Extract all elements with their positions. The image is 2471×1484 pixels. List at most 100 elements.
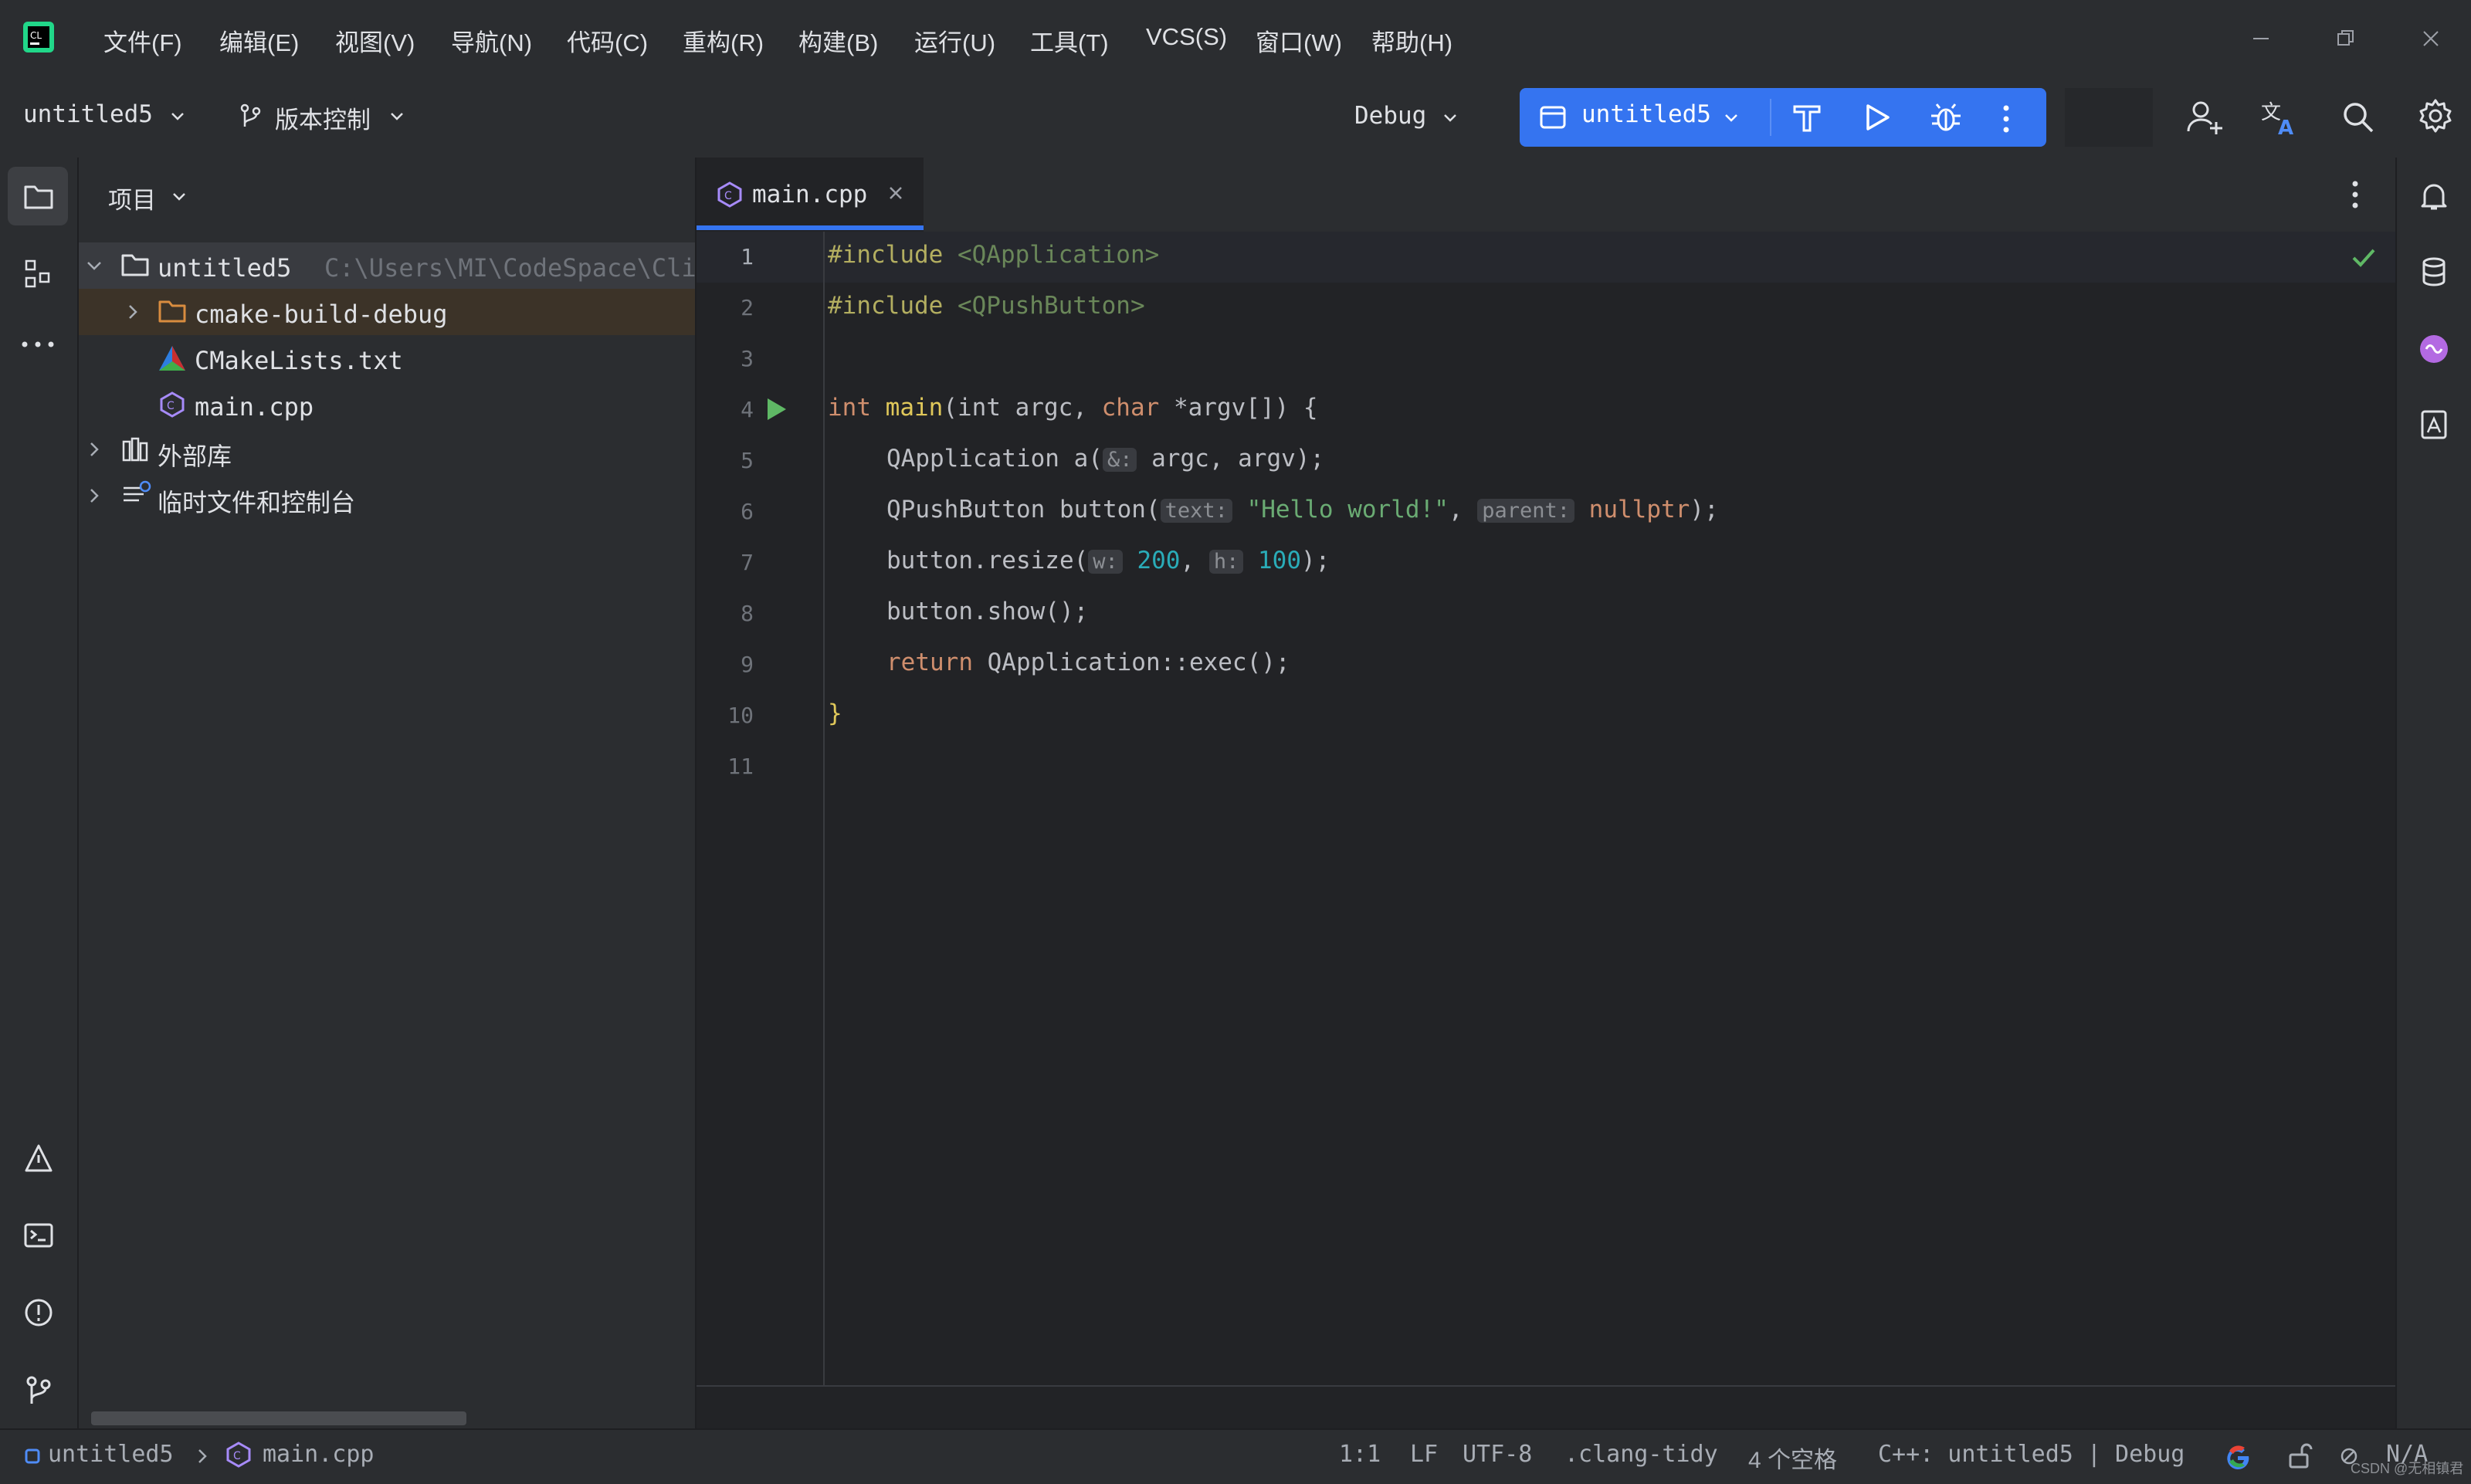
search-icon[interactable]	[2340, 99, 2377, 136]
settings-gear-icon[interactable]	[2417, 97, 2454, 134]
status-indent[interactable]: 4 个空格	[1748, 1441, 1837, 1475]
code-line-1[interactable]: #include <QApplication>	[828, 241, 1159, 269]
terminal-icon[interactable]	[23, 1220, 54, 1251]
inlay-hint: parent:	[1477, 499, 1574, 523]
menu-edit[interactable]: 编辑(E)	[219, 23, 299, 58]
inlay-hint: text:	[1160, 499, 1232, 523]
inspection-ok-icon	[2351, 244, 2377, 270]
tree-item-label[interactable]: 外部库	[158, 437, 232, 473]
status-context[interactable]: C++: untitled5 | Debug	[1878, 1441, 2185, 1468]
database-icon[interactable]	[2418, 256, 2449, 287]
translation-panel-icon[interactable]	[2418, 409, 2449, 440]
menu-run[interactable]: 运行(U)	[914, 23, 995, 58]
more-vertical-icon[interactable]	[2351, 179, 2360, 210]
code-token: QApplication::exec();	[972, 649, 1290, 676]
structure-icon[interactable]	[23, 258, 54, 289]
menu-build[interactable]: 构建(B)	[798, 23, 878, 58]
menu-vcs[interactable]: VCS(S)	[1146, 23, 1227, 51]
chevron-down-icon[interactable]	[1722, 108, 1741, 127]
menu-tools[interactable]: 工具(T)	[1030, 23, 1109, 58]
code-token: argc, argv);	[1137, 445, 1325, 473]
project-panel-title[interactable]: 项目	[108, 181, 156, 215]
close-tab-icon[interactable]	[886, 184, 905, 202]
add-user-icon[interactable]	[2185, 99, 2224, 136]
git-branch-icon[interactable]	[23, 1374, 54, 1405]
svg-text:C: C	[233, 1450, 241, 1462]
close-window-icon[interactable]	[2420, 28, 2442, 49]
run-gutter-icon[interactable]	[764, 397, 788, 422]
scratches-icon	[120, 480, 151, 508]
status-breadcrumb-project[interactable]: untitled5	[48, 1441, 174, 1468]
menu-help[interactable]: 帮助(H)	[1371, 23, 1452, 58]
tree-item-label[interactable]: main.cpp	[195, 392, 314, 422]
tree-item-label[interactable]: 临时文件和控制台	[158, 483, 355, 519]
run-configuration-widget[interactable]: untitled5	[1520, 88, 2046, 147]
code-line-7[interactable]: button.resize(w: 200, h: 100);	[886, 547, 1330, 574]
tab-main-cpp[interactable]: C main.cpp	[697, 158, 924, 232]
status-encoding[interactable]: UTF-8	[1463, 1441, 1532, 1468]
translate-icon[interactable]: 文A	[2259, 97, 2300, 137]
chevron-down-icon[interactable]	[388, 107, 406, 125]
tab-label[interactable]: main.cpp	[752, 181, 867, 208]
code-line-8[interactable]: button.show();	[886, 598, 1088, 625]
chevron-right-icon[interactable]	[83, 485, 105, 507]
editor-bottom-border	[697, 1385, 2395, 1387]
code-line-4[interactable]: int main(int argc, char *argv[]) {	[828, 394, 1318, 422]
menu-code[interactable]: 代码(C)	[567, 23, 648, 58]
build-config-select[interactable]: Debug	[1354, 102, 1426, 130]
line-number: 11	[727, 754, 754, 779]
tree-item-label[interactable]: CMakeLists.txt	[195, 346, 403, 375]
chevron-right-icon[interactable]	[83, 439, 105, 460]
notifications-bell-icon[interactable]	[2418, 181, 2449, 212]
code-line-2[interactable]: #include <QPushButton>	[828, 292, 1145, 320]
code-token: QPushButton button(	[886, 496, 1161, 523]
folder-excluded-icon	[158, 298, 187, 324]
run-play-icon[interactable]	[1861, 102, 1892, 133]
menu-file[interactable]: 文件(F)	[103, 23, 182, 58]
debug-bug-icon[interactable]	[1929, 100, 1963, 134]
code-token: 200	[1137, 547, 1181, 574]
restore-icon[interactable]	[2335, 28, 2357, 49]
vcs-menu[interactable]: 版本控制	[275, 100, 371, 135]
code-token: button.show();	[886, 598, 1089, 625]
chevron-right-icon[interactable]	[122, 301, 144, 323]
code-token: <QApplication>	[957, 241, 1160, 269]
horizontal-scrollbar[interactable]	[91, 1411, 466, 1425]
unlock-icon[interactable]	[2287, 1442, 2315, 1470]
project-switcher[interactable]: untitled5	[23, 100, 153, 128]
code-token: #include	[828, 292, 944, 320]
chevron-down-icon[interactable]	[168, 107, 187, 125]
menu-view[interactable]: 视图(V)	[335, 23, 415, 58]
ai-assistant-icon[interactable]	[2417, 332, 2451, 366]
menu-refactor[interactable]: 重构(R)	[683, 23, 764, 58]
chevron-down-icon[interactable]	[83, 255, 105, 276]
status-line-separator[interactable]: LF	[1410, 1441, 1438, 1468]
status-breadcrumb-file[interactable]: main.cpp	[263, 1441, 375, 1468]
menu-navigate[interactable]: 导航(N)	[451, 23, 532, 58]
code-line-9[interactable]: return QApplication::exec();	[886, 649, 1290, 676]
code-line-6[interactable]: QPushButton button(text: "Hello world!",…	[886, 496, 1719, 523]
status-caret-position[interactable]: 1:1	[1339, 1441, 1381, 1468]
svg-text:C: C	[167, 400, 175, 412]
build-hammer-icon[interactable]	[1791, 102, 1822, 133]
problems-icon[interactable]	[23, 1297, 54, 1328]
cpp-file-icon: C	[224, 1441, 253, 1469]
more-horizontal-icon[interactable]	[20, 340, 56, 349]
root-folder-name[interactable]: untitled5	[158, 253, 291, 283]
more-vertical-icon[interactable]	[2002, 103, 2011, 134]
status-formatter[interactable]: .clang-tidy	[1564, 1441, 1718, 1468]
google-icon[interactable]	[2224, 1442, 2252, 1470]
minimize-icon[interactable]	[2250, 28, 2272, 49]
run-target-label[interactable]: untitled5	[1581, 100, 1711, 128]
cmake-icon[interactable]	[23, 1143, 54, 1174]
active-tab-indicator	[697, 225, 924, 230]
chevron-down-icon[interactable]	[170, 187, 188, 205]
title-bar: CL 文件(F) 编辑(E) 视图(V) 导航(N) 代码(C) 重构(R) 构…	[0, 0, 2471, 77]
code-token: button.resize(	[886, 547, 1089, 574]
project-tool-button[interactable]	[8, 167, 68, 225]
tree-item-label[interactable]: cmake-build-debug	[195, 300, 448, 329]
code-line-10[interactable]: }	[828, 700, 842, 727]
menu-window[interactable]: 窗口(W)	[1256, 23, 1342, 58]
chevron-down-icon[interactable]	[1441, 108, 1459, 127]
code-line-5[interactable]: QApplication a(&: argc, argv);	[886, 445, 1324, 473]
